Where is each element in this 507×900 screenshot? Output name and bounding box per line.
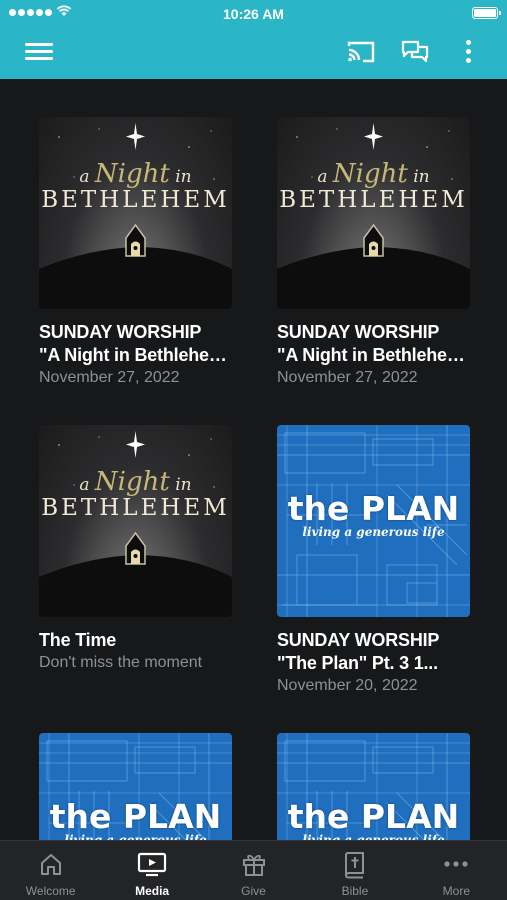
tab-give[interactable]: Give xyxy=(203,841,304,900)
artwork-word: BETHLEHEM xyxy=(41,495,230,521)
card-title: SUNDAY WORSHIP xyxy=(39,322,202,342)
artwork-title: a Night in xyxy=(79,467,192,497)
artwork-tagline: living a generous life xyxy=(64,833,207,840)
plan-artwork: the PLAN living a generous life xyxy=(39,733,232,840)
card-title: The Time xyxy=(39,630,117,650)
menu-icon[interactable] xyxy=(25,40,53,64)
tab-label: Bible xyxy=(341,884,369,898)
gift-icon xyxy=(242,854,265,876)
card-subtitle: "A Night in Bethlehem" xyxy=(39,345,232,365)
card-date: November 27, 2022 xyxy=(39,369,180,386)
artwork-word: BETHLEHEM xyxy=(279,187,468,213)
card-date: November 20, 2022 xyxy=(277,677,418,694)
tab-label: Give xyxy=(241,884,266,898)
artwork-title: the PLAN xyxy=(287,489,460,528)
card-subtitle: "A Night in Bethlehem" xyxy=(277,345,470,365)
tab-label: More xyxy=(442,884,470,898)
media-grid: a Night in BETHLEHEM SUNDAY WORSHIP "A N… xyxy=(0,79,507,840)
tab-label: Media xyxy=(135,884,170,898)
media-card[interactable]: the PLAN living a generous life SUNDAY W… xyxy=(277,425,470,697)
artwork-tagline: living a generous life xyxy=(302,525,445,539)
card-title: SUNDAY WORSHIP xyxy=(277,322,440,342)
media-card[interactable]: the PLAN living a generous life xyxy=(277,733,470,840)
plan-artwork: the PLAN living a generous life xyxy=(277,733,470,840)
chat-icon[interactable] xyxy=(401,39,429,65)
more-horizontal-icon xyxy=(444,861,468,867)
artwork-word: BETHLEHEM xyxy=(41,187,230,213)
tab-more[interactable]: More xyxy=(406,841,507,900)
home-icon xyxy=(40,854,61,875)
media-card[interactable]: the PLAN living a generous life xyxy=(39,733,232,840)
bethlehem-artwork: a Night in BETHLEHEM xyxy=(39,117,232,309)
tab-media[interactable]: Media xyxy=(101,841,202,900)
card-date: November 27, 2022 xyxy=(277,369,418,386)
artwork-tagline: living a generous life xyxy=(302,833,445,840)
app-bar xyxy=(0,27,507,79)
artwork-title: the PLAN xyxy=(287,797,460,836)
status-bar: 10:26 AM xyxy=(0,0,507,27)
cast-icon[interactable] xyxy=(346,39,376,65)
status-time: 10:26 AM xyxy=(223,6,284,22)
media-card[interactable]: a Night in BETHLEHEM SUNDAY WORSHIP "A N… xyxy=(39,117,232,389)
tab-bar: Welcome Media Give Bible More xyxy=(0,840,507,900)
artwork-title: the PLAN xyxy=(49,797,222,836)
plan-artwork: the PLAN living a generous life xyxy=(277,425,470,617)
artwork-title: a Night in xyxy=(79,159,192,189)
bethlehem-artwork: a Night in BETHLEHEM xyxy=(277,117,470,309)
tv-icon xyxy=(138,852,167,877)
tab-welcome[interactable]: Welcome xyxy=(0,841,101,900)
card-title: SUNDAY WORSHIP xyxy=(277,630,440,650)
tab-label: Welcome xyxy=(25,884,76,898)
media-card[interactable]: a Night in BETHLEHEM The Time Don't miss… xyxy=(39,425,232,674)
battery-icon xyxy=(472,7,501,19)
artwork-title: a Night in xyxy=(317,159,430,189)
more-vertical-icon[interactable] xyxy=(458,39,478,65)
bible-icon xyxy=(344,852,364,879)
bethlehem-artwork: a Night in BETHLEHEM xyxy=(39,425,232,617)
media-card[interactable]: a Night in BETHLEHEM SUNDAY WORSHIP "A N… xyxy=(277,117,470,389)
card-subtitle: "The Plan" Pt. 3 1... xyxy=(277,653,438,673)
tab-bible[interactable]: Bible xyxy=(304,841,405,900)
card-description: Don't miss the moment xyxy=(39,654,203,671)
